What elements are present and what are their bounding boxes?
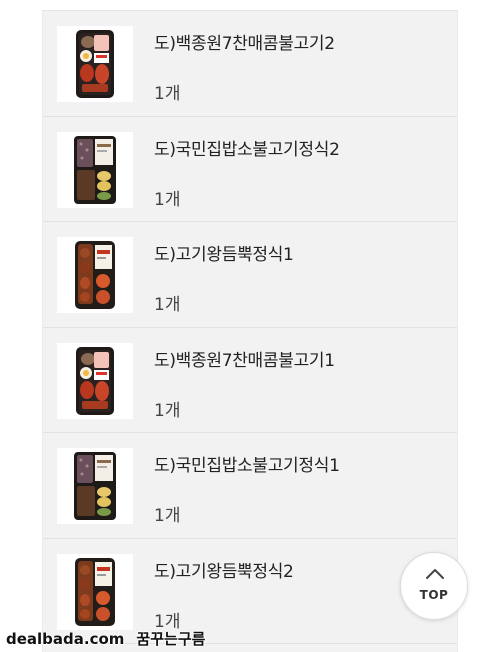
list-item[interactable]: 도)국민집밥소불고기정식1 1개 bbox=[43, 433, 457, 539]
watermark-tag: 꿈꾸는구름 bbox=[136, 630, 206, 648]
list-item[interactable]: 도)백종원7찬매콤불고기2 1개 bbox=[43, 11, 457, 117]
watermark-site: dealbada.com bbox=[6, 630, 125, 648]
item-name: 도)국민집밥소불고기정식2 bbox=[154, 139, 340, 160]
product-image bbox=[57, 448, 133, 524]
chevron-up-icon bbox=[426, 569, 444, 579]
order-item-list: 도)백종원7찬매콤불고기2 1개 도)국민집밥소불고기정식2 1개 도)고기왕듬… bbox=[42, 10, 458, 652]
top-button-label: TOP bbox=[419, 588, 449, 602]
item-name: 도)고기왕듬뿍정식1 bbox=[154, 245, 294, 265]
item-quantity: 1개 bbox=[154, 506, 181, 526]
product-image bbox=[57, 553, 133, 630]
item-name: 도)고기왕듬뿍정식2 bbox=[154, 561, 294, 582]
item-name: 도)국민집밥소불고기정식1 bbox=[154, 456, 340, 476]
product-image bbox=[57, 26, 133, 102]
item-name: 도)백종원7찬매콤불고기1 bbox=[154, 350, 335, 371]
product-image bbox=[57, 131, 133, 208]
item-quantity: 1개 bbox=[154, 295, 181, 315]
item-name: 도)백종원7찬매콤불고기2 bbox=[154, 34, 335, 54]
item-quantity: 1개 bbox=[154, 189, 181, 210]
item-quantity: 1개 bbox=[154, 400, 181, 421]
list-item[interactable]: 도)국민집밥소불고기정식2 1개 bbox=[43, 117, 457, 222]
watermark: dealbada.com 꿈꾸는구름 bbox=[6, 628, 205, 649]
list-item[interactable]: 도)고기왕듬뿍정식1 1개 bbox=[43, 222, 457, 328]
scroll-to-top-button[interactable]: TOP bbox=[400, 552, 468, 620]
product-image bbox=[57, 237, 133, 313]
product-image bbox=[57, 342, 133, 419]
list-item[interactable]: 도)백종원7찬매콤불고기1 1개 bbox=[43, 328, 457, 433]
item-quantity: 1개 bbox=[154, 84, 181, 104]
